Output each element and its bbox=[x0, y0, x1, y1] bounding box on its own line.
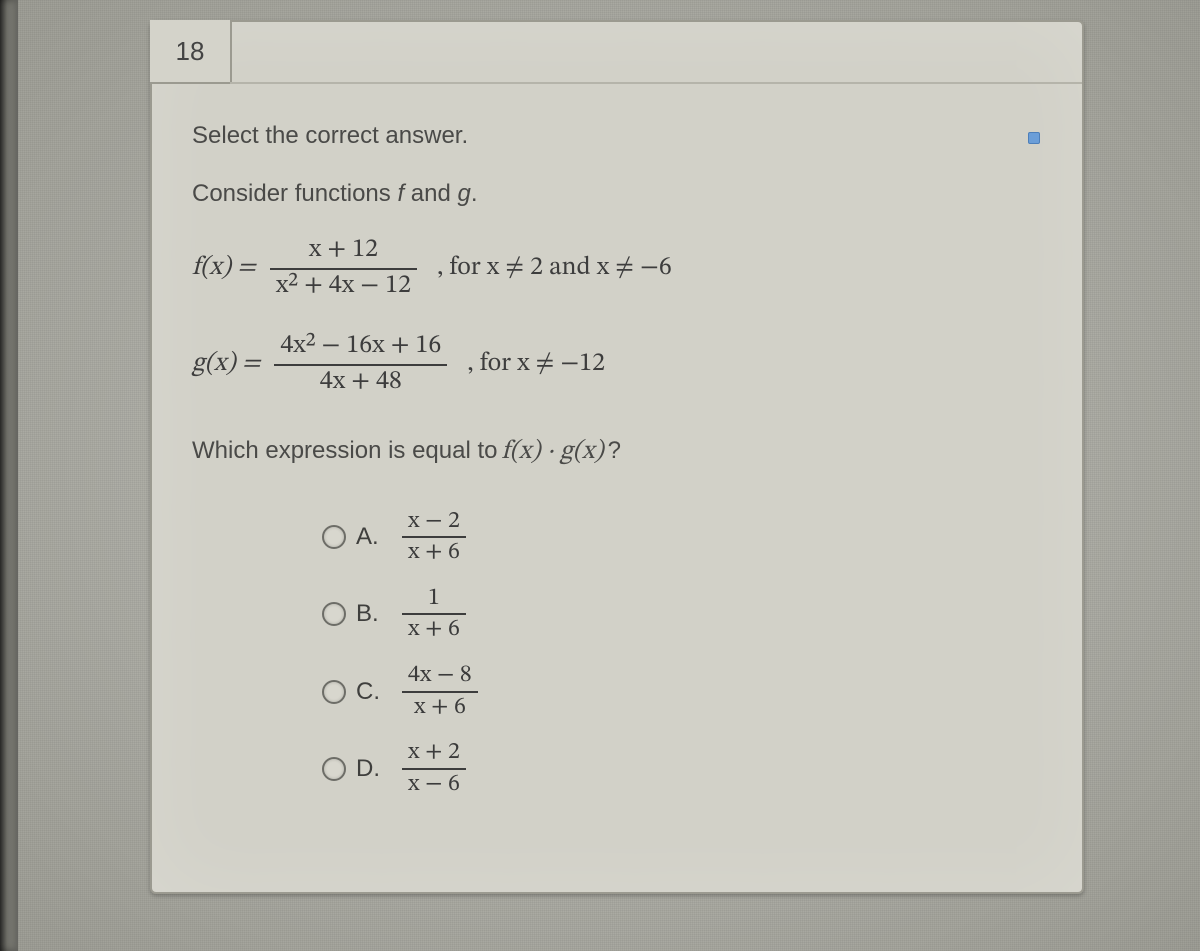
f-lhs: f(x) = bbox=[192, 252, 256, 285]
radio-a[interactable] bbox=[322, 525, 346, 549]
radio-b[interactable] bbox=[322, 602, 346, 626]
consider-mid: and bbox=[404, 180, 457, 207]
option-d-label: D. bbox=[356, 755, 402, 783]
answer-options: A. x − 2 x + 6 B. 1 x + 6 bbox=[322, 507, 1042, 800]
option-b[interactable]: B. 1 x + 6 bbox=[322, 584, 1042, 645]
g-numerator: 4x² − 16x + 16 bbox=[274, 330, 447, 364]
question-number: 18 bbox=[176, 36, 205, 67]
f-numerator: x + 12 bbox=[303, 234, 384, 268]
header-separator bbox=[230, 82, 1082, 84]
g-condition: , for x ≠ −12 bbox=[467, 348, 605, 381]
option-b-num: 1 bbox=[422, 584, 446, 614]
question-content: Select the correct answer. Consider func… bbox=[192, 122, 1042, 872]
instruction-text: Select the correct answer. bbox=[192, 122, 1042, 150]
option-b-den: x + 6 bbox=[402, 615, 466, 645]
which-prefix: Which expression is equal to bbox=[192, 437, 497, 465]
g-fraction: 4x² − 16x + 16 4x + 48 bbox=[274, 330, 447, 400]
f-condition: , for x ≠ 2 and x ≠ −6 bbox=[437, 252, 672, 285]
which-expression: f(x) · g(x) bbox=[501, 436, 603, 469]
equation-g: g(x) = 4x² − 16x + 16 4x + 48 , for x ≠ … bbox=[192, 330, 1042, 400]
option-d-math: x + 2 x − 6 bbox=[402, 738, 466, 799]
which-question: Which expression is equal to f(x) · g(x)… bbox=[192, 436, 1042, 469]
option-c[interactable]: C. 4x − 8 x + 6 bbox=[322, 661, 1042, 722]
which-qmark: ? bbox=[608, 437, 621, 465]
option-b-math: 1 x + 6 bbox=[402, 584, 466, 645]
equation-f: f(x) = x + 12 x² + 4x − 12 , for x ≠ 2 a… bbox=[192, 234, 1042, 304]
f-denominator: x² + 4x − 12 bbox=[270, 270, 417, 304]
option-a-den: x + 6 bbox=[402, 538, 466, 568]
bezel-left bbox=[0, 0, 18, 951]
question-number-box: 18 bbox=[150, 20, 232, 84]
option-a-math: x − 2 x + 6 bbox=[402, 507, 466, 568]
consider-g: g bbox=[458, 180, 471, 207]
option-b-label: B. bbox=[356, 600, 402, 628]
option-c-label: C. bbox=[356, 678, 402, 706]
consider-text: Consider functions f and g. bbox=[192, 180, 1042, 208]
g-lhs: g(x) = bbox=[192, 348, 260, 381]
option-a[interactable]: A. x − 2 x + 6 bbox=[322, 507, 1042, 568]
option-c-den: x + 6 bbox=[408, 693, 472, 723]
question-card: 18 Select the correct answer. Consider f… bbox=[150, 20, 1084, 894]
option-d[interactable]: D. x + 2 x − 6 bbox=[322, 738, 1042, 799]
option-a-num: x − 2 bbox=[402, 507, 466, 537]
option-d-den: x − 6 bbox=[402, 770, 466, 800]
consider-suffix: . bbox=[471, 180, 478, 207]
radio-d[interactable] bbox=[322, 757, 346, 781]
consider-prefix: Consider functions bbox=[192, 180, 397, 207]
f-fraction: x + 12 x² + 4x − 12 bbox=[270, 234, 417, 304]
option-c-num: 4x − 8 bbox=[402, 661, 478, 691]
radio-c[interactable] bbox=[322, 680, 346, 704]
g-denominator: 4x + 48 bbox=[314, 366, 408, 400]
option-c-math: 4x − 8 x + 6 bbox=[402, 661, 478, 722]
option-d-num: x + 2 bbox=[402, 738, 466, 768]
option-a-label: A. bbox=[356, 523, 402, 551]
